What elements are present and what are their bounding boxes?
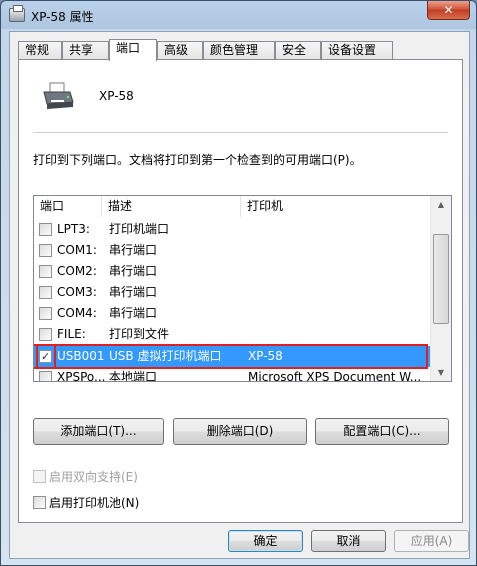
vertical-scrollbar[interactable]: ▲ ▼ <box>430 196 451 381</box>
ports-tab-panel: XP-58 打印到下列端口。文档将打印到第一个检查到的可用端口(P)。 端口 描… <box>18 59 463 523</box>
printer-icon <box>43 82 74 109</box>
printer-pooling-label: 启用打印机池(N) <box>49 496 140 510</box>
column-header-description[interactable]: 描述 <box>102 196 241 217</box>
separator <box>33 132 448 133</box>
tab-sharing[interactable]: 共享 <box>62 41 109 60</box>
apply-button[interactable]: 应用(A) <box>394 530 469 552</box>
tab-security[interactable]: 安全 <box>275 41 321 60</box>
dialog-client: 常规 共享 端口 高级 颜色管理 安全 设备设置 XP-58 打印到下列端口。文… <box>9 31 470 559</box>
delete-port-button[interactable]: 删除端口(D) <box>173 418 307 445</box>
port-description: 本地端口 <box>109 370 158 382</box>
port-name: USB001 <box>57 349 105 363</box>
tab-general[interactable]: 常规 <box>18 41 62 60</box>
port-checkbox-checked[interactable] <box>39 346 52 367</box>
port-description: 串行端口 <box>109 264 158 278</box>
list-row-file[interactable]: FILE: 打印到文件 <box>34 324 430 345</box>
ok-button[interactable]: 确定 <box>228 530 303 552</box>
port-name: FILE: <box>57 327 86 341</box>
window-title: XP-58 属性 <box>31 10 94 24</box>
checkbox-box[interactable] <box>33 470 46 483</box>
tab-color-management[interactable]: 颜色管理 <box>203 41 275 60</box>
list-row-com1[interactable]: COM1: 串行端口 <box>34 240 430 261</box>
port-description: 串行端口 <box>109 285 158 299</box>
port-description: USB 虚拟打印机端口 <box>109 349 222 363</box>
port-checkbox[interactable] <box>39 328 52 341</box>
tab-advanced[interactable]: 高级 <box>157 41 203 60</box>
port-checkbox[interactable] <box>39 265 52 278</box>
port-checkbox[interactable] <box>39 371 52 381</box>
scroll-down-arrow-icon[interactable]: ▼ <box>431 364 451 381</box>
column-header-printer[interactable]: 打印机 <box>241 196 430 217</box>
close-button[interactable]: ✕ <box>427 1 470 20</box>
port-checkbox[interactable] <box>39 286 52 299</box>
port-name: LPT3: <box>57 222 90 236</box>
tab-device-settings[interactable]: 设备设置 <box>321 41 393 60</box>
port-printer: Microsoft XPS Document W... <box>248 370 422 382</box>
port-printer: XP-58 <box>248 349 283 363</box>
list-row-com3[interactable]: COM3: 串行端口 <box>34 282 430 303</box>
list-row-com2[interactable]: COM2: 串行端口 <box>34 261 430 282</box>
printer-pooling-checkbox[interactable]: 启用打印机池(N) <box>33 494 139 511</box>
add-port-button[interactable]: 添加端口(T)... <box>33 418 164 445</box>
properties-window: XP-58 属性 ✕ 常规 共享 端口 高级 颜色管理 安全 设备设置 XP-5… <box>0 0 477 566</box>
port-description: 串行端口 <box>109 306 158 320</box>
port-name: COM3: <box>57 285 97 299</box>
port-checkbox[interactable] <box>39 223 52 236</box>
scrollbar-thumb[interactable] <box>433 234 449 324</box>
list-row-lpt3[interactable]: LPT3: 打印机端口 <box>34 219 430 240</box>
scroll-up-arrow-icon[interactable]: ▲ <box>431 196 451 213</box>
port-name: COM4: <box>57 306 97 320</box>
printer-name: XP-58 <box>99 89 134 103</box>
instruction-text: 打印到下列端口。文档将打印到第一个检查到的可用端口(P)。 <box>33 153 362 167</box>
column-header-port[interactable]: 端口 <box>34 196 102 217</box>
port-list[interactable]: 端口 描述 打印机 LPT3: 打印机端口 COM1: 串行端口 COM2: 串… <box>33 195 452 382</box>
port-checkbox[interactable] <box>39 244 52 257</box>
list-row-xpsport[interactable]: XPSPo... 本地端口 Microsoft XPS Document W..… <box>34 367 430 382</box>
port-name: XPSPo... <box>57 370 106 382</box>
port-name: COM1: <box>57 243 97 257</box>
bidirectional-support-label: 启用双向支持(E) <box>49 470 138 484</box>
checkbox-box[interactable] <box>33 496 46 509</box>
cancel-button[interactable]: 取消 <box>311 530 386 552</box>
configure-port-button[interactable]: 配置端口(C)... <box>315 418 449 445</box>
printer-icon <box>9 5 25 22</box>
port-checkbox[interactable] <box>39 307 52 320</box>
bidirectional-support-checkbox[interactable]: 启用双向支持(E) <box>33 468 138 485</box>
port-description: 打印机端口 <box>109 222 170 236</box>
title-bar[interactable]: XP-58 属性 ✕ <box>1 1 476 31</box>
tab-ports[interactable]: 端口 <box>109 39 157 61</box>
port-name: COM2: <box>57 264 97 278</box>
list-row-usb001[interactable]: USB001 USB 虚拟打印机端口 XP-58 <box>34 346 430 367</box>
port-description: 串行端口 <box>109 243 158 257</box>
port-description: 打印到文件 <box>109 327 170 341</box>
list-row-com4[interactable]: COM4: 串行端口 <box>34 303 430 324</box>
